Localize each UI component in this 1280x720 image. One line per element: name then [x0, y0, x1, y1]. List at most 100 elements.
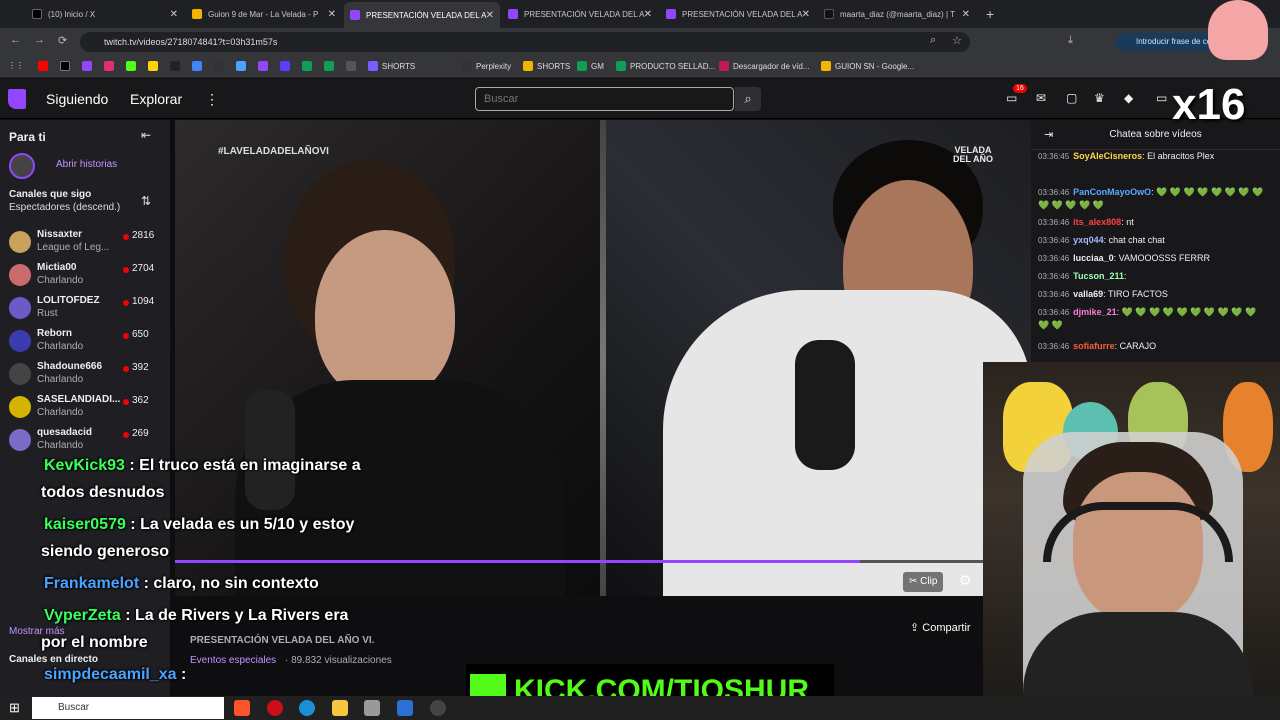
- twitch-top-nav: Siguiendo Explorar ⋮ ⌕ ▭ 16 ✉ ▢ ♛ ◆ ▭: [0, 79, 1280, 119]
- file-explorer-icon[interactable]: [332, 700, 348, 716]
- prime-icon[interactable]: ♛: [1094, 91, 1105, 105]
- chat-username[interactable]: its_alex808: [1073, 217, 1121, 227]
- close-tab-icon[interactable]: ✕: [328, 9, 336, 20]
- stories-avatar[interactable]: [9, 153, 35, 179]
- store-icon[interactable]: [364, 700, 380, 716]
- sheets-bookmark-icon[interactable]: [302, 61, 316, 71]
- chat-username[interactable]: sofiafurre: [1073, 341, 1115, 351]
- chat-username[interactable]: SoyAleCisneros: [1073, 151, 1142, 161]
- brave-icon[interactable]: [234, 700, 250, 716]
- apps-icon[interactable]: ⋮⋮: [8, 61, 24, 70]
- sidebar-channel[interactable]: Shadoune666 Charlando 392: [0, 359, 170, 392]
- search-icon[interactable]: ⌕: [735, 87, 761, 111]
- browser-tab[interactable]: (10) Inicio / X ✕: [26, 4, 184, 24]
- bits-icon[interactable]: ◆: [1124, 91, 1133, 105]
- sheets-bookmark-icon[interactable]: [324, 61, 338, 71]
- chat-username[interactable]: djmike_21: [1073, 307, 1117, 317]
- close-tab-icon[interactable]: ✕: [644, 9, 652, 20]
- bookmark-star-icon[interactable]: ☆: [952, 34, 962, 47]
- app-icon[interactable]: [397, 700, 413, 716]
- zoom-icon[interactable]: ⌕: [930, 34, 936, 47]
- channel-name: Mictia00: [37, 262, 77, 273]
- bookmark-perplexity[interactable]: Perplexity: [462, 61, 511, 71]
- nav-following[interactable]: Siguiendo: [46, 91, 108, 107]
- tab-title: PRESENTACIÓN VELADA DEL A: [524, 9, 645, 19]
- browser-tab[interactable]: maarta_diaz (@maarta_diaz) | T ✕: [818, 4, 976, 24]
- browser-address-bar: ← → ⟳ twitch.tv/videos/2718074841?t=03h3…: [0, 28, 1280, 56]
- sidebar-channel[interactable]: SASELANDIADI... Charlando 362: [0, 392, 170, 425]
- windows-start-icon[interactable]: ⊞: [9, 700, 20, 716]
- notifications-icon[interactable]: ▭: [1006, 91, 1017, 105]
- edge-icon[interactable]: [299, 700, 315, 716]
- bookmark-icon[interactable]: [236, 61, 250, 71]
- viewer-count: 392: [132, 362, 149, 373]
- x-favicon-icon: [32, 9, 42, 19]
- twitch-bookmark-icon[interactable]: [82, 61, 96, 71]
- forward-icon[interactable]: →: [34, 34, 45, 46]
- new-tab-button[interactable]: +: [980, 4, 1000, 24]
- sort-icon[interactable]: ⇅: [141, 194, 151, 208]
- browser-tab[interactable]: PRESENTACIÓN VELADA DEL A ✕: [502, 4, 658, 24]
- bookmark-gm[interactable]: GM: [577, 61, 604, 71]
- bookmark-icon[interactable]: [280, 61, 294, 71]
- sidebar-channel[interactable]: Mictia00 Charlando 2704: [0, 260, 170, 293]
- bookmark-guion[interactable]: GUION SN - Google...: [821, 61, 914, 71]
- bookmark-icon[interactable]: [192, 61, 206, 71]
- collapse-sidebar-icon[interactable]: ⇤: [141, 128, 151, 142]
- close-tab-icon[interactable]: ✕: [486, 10, 494, 21]
- bookmark-icon[interactable]: [148, 61, 162, 71]
- close-tab-icon[interactable]: ✕: [170, 9, 178, 20]
- clip-button[interactable]: ✂ Clip: [903, 572, 944, 592]
- app-icon[interactable]: [430, 700, 446, 716]
- browser-tab-active[interactable]: PRESENTACIÓN VELADA DEL A ✕: [344, 2, 500, 28]
- category-link[interactable]: Eventos especiales: [190, 655, 276, 666]
- sidebar-channel[interactable]: Reborn Charlando 650: [0, 326, 170, 359]
- bookmark-descargador[interactable]: Descargador de víd...: [719, 61, 809, 71]
- inbox-icon[interactable]: ✉: [1036, 91, 1046, 105]
- back-icon[interactable]: ←: [10, 34, 21, 46]
- browser-tab[interactable]: Guion 9 de Mar - La Velada - P ✕: [186, 4, 342, 24]
- kick-bookmark-icon[interactable]: [126, 61, 140, 71]
- close-tab-icon[interactable]: ✕: [802, 9, 810, 20]
- video-progress-bar[interactable]: [175, 560, 1031, 563]
- taskbar-search-input[interactable]: Buscar: [32, 697, 224, 719]
- share-button[interactable]: ⇪ Compartir: [910, 618, 971, 638]
- chat-username[interactable]: lucciaa_0: [1073, 253, 1114, 263]
- youtube-bookmark-icon[interactable]: [38, 61, 52, 71]
- bookmark-icon[interactable]: [214, 61, 228, 71]
- close-tab-icon[interactable]: ✕: [962, 9, 970, 20]
- twitch-logo-icon[interactable]: [8, 89, 26, 109]
- chat-message: 03:36:46 yxq044: chat chat chat: [1038, 234, 1268, 247]
- search-input[interactable]: [475, 87, 734, 111]
- url-input[interactable]: twitch.tv/videos/2718074841?t=03h31m57s: [80, 32, 970, 52]
- reload-icon[interactable]: ⟳: [58, 34, 67, 47]
- bookmark-producto[interactable]: PRODUCTO SELLAD...: [616, 61, 715, 71]
- whispers-icon[interactable]: ▢: [1066, 91, 1077, 105]
- chat-username[interactable]: Tucson_211: [1073, 271, 1124, 281]
- bookmark-shorts-2[interactable]: SHORTS: [523, 61, 570, 71]
- bookmark-shorts-1[interactable]: SHORTS: [368, 61, 415, 71]
- sidebar-channel[interactable]: LOLITOFDEZ Rust 1094: [0, 293, 170, 326]
- tiktok-bookmark-icon[interactable]: [170, 61, 184, 71]
- opera-icon[interactable]: [267, 700, 283, 716]
- sidebar-channel[interactable]: Nissaxter League of Leg... 2816: [0, 227, 170, 260]
- turbo-icon[interactable]: ▭: [1156, 91, 1167, 105]
- nav-more-icon[interactable]: ⋮: [205, 91, 219, 108]
- x-bookmark-icon[interactable]: [60, 61, 74, 71]
- channel-category: Rust: [37, 308, 58, 319]
- open-stories-link[interactable]: Abrir historias: [56, 159, 117, 170]
- download-icon[interactable]: ⤓: [1068, 34, 1073, 47]
- nav-browse[interactable]: Explorar: [130, 91, 182, 107]
- chat-username[interactable]: valla69: [1073, 289, 1103, 299]
- sidebar-channel[interactable]: quesadacid Charlando 269: [0, 425, 170, 458]
- chat-username[interactable]: yxq044: [1073, 235, 1104, 245]
- bookmark-icon[interactable]: [346, 61, 360, 71]
- progress-fill: [175, 560, 860, 563]
- bookmark-icon[interactable]: [258, 61, 272, 71]
- instagram-bookmark-icon[interactable]: [104, 61, 118, 71]
- channel-category: Charlando: [37, 374, 84, 385]
- browser-tab[interactable]: PRESENTACIÓN VELADA DEL A ✕: [660, 4, 816, 24]
- chat-username[interactable]: PanConMayoOwO: [1073, 187, 1151, 197]
- video-title: PRESENTACIÓN VELADA DEL AÑO VI.: [190, 635, 375, 646]
- settings-gear-icon[interactable]: ⚙: [959, 572, 972, 589]
